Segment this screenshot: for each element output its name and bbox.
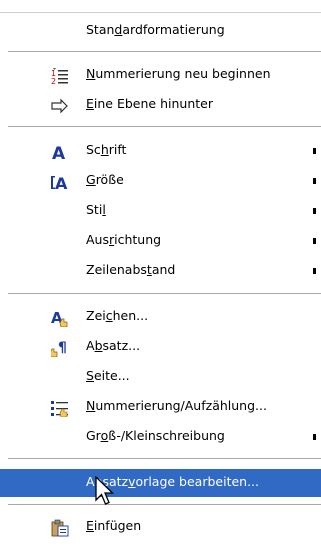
- menu-item-label: Größe: [86, 172, 124, 187]
- menu-item-standardformatierung[interactable]: Standardformatierung: [0, 17, 321, 45]
- submenu-arrow-icon: [313, 268, 316, 274]
- menu-separator: [8, 51, 321, 52]
- menu-separator: [8, 458, 321, 459]
- menu-item-zeichen[interactable]: A Zeichen...: [0, 303, 321, 331]
- bullets-numbering-icon: [51, 399, 69, 418]
- menu-item-label: Absatz...: [86, 338, 141, 353]
- menu-item-label: Groß-/Kleinschreibung: [86, 428, 225, 443]
- paragraph-format-icon: ¶: [49, 339, 69, 358]
- menu-separator: [8, 504, 321, 505]
- menu-separator: [8, 126, 321, 127]
- menu-item-label: Nummerierung neu beginnen: [86, 66, 271, 81]
- menu-item-gross-kleinschreibung[interactable]: Groß-/Kleinschreibung: [0, 423, 321, 451]
- arrow-right-icon: [51, 97, 69, 115]
- context-menu: Standardformatierung 1 2 Nummerierung ne…: [0, 12, 321, 555]
- menu-item-nummerierung-aufzaehlung[interactable]: Nummerierung/Aufzählung...: [0, 393, 321, 421]
- svg-text:A: A: [52, 144, 66, 161]
- menu-item-zeilenabstand[interactable]: Zeilenabstand: [0, 257, 321, 285]
- menu-item-ausrichtung[interactable]: Ausrichtung: [0, 227, 321, 255]
- cut-off-header: [0, 0, 321, 12]
- menu-item-absatzvorlage-bearbeiten[interactable]: Absatzvorlage bearbeiten...: [0, 469, 321, 497]
- menu-item-label: Ausrichtung: [86, 232, 162, 247]
- menu-separator: [8, 293, 321, 294]
- font-icon: A: [51, 143, 69, 164]
- svg-text:2: 2: [51, 77, 56, 85]
- menu-item-label: Standardformatierung: [86, 22, 225, 37]
- menu-item-label: Schrift: [86, 142, 127, 157]
- menu-item-schrift[interactable]: A Schrift: [0, 137, 321, 165]
- character-format-icon: A: [51, 309, 69, 328]
- menu-item-label: Eine Ebene hinunter: [86, 96, 213, 111]
- submenu-arrow-icon: [313, 148, 316, 154]
- menu-item-label: Einfügen: [86, 518, 142, 533]
- menu-item-label: Zeilenabstand: [86, 262, 176, 277]
- menu-item-label: Zeichen...: [86, 308, 149, 323]
- submenu-arrow-icon: [313, 434, 316, 440]
- mouse-pointer-icon: [95, 476, 115, 505]
- menu-item-seite[interactable]: Seite...: [0, 363, 321, 391]
- submenu-arrow-icon: [313, 208, 316, 214]
- menu-item-label: Nummerierung/Aufzählung...: [86, 398, 267, 413]
- menu-item-groesse[interactable]: A Größe: [0, 167, 321, 195]
- menu-item-nummerierung-neu-beginnen[interactable]: 1 2 Nummerierung neu beginnen: [0, 61, 321, 89]
- menu-item-einfuegen[interactable]: Einfügen: [0, 513, 321, 541]
- menu-item-stil[interactable]: Stil: [0, 197, 321, 225]
- svg-text:¶: ¶: [58, 340, 67, 356]
- submenu-arrow-icon: [313, 178, 316, 184]
- paste-icon: [51, 519, 69, 537]
- menu-item-eine-ebene-hinunter[interactable]: Eine Ebene hinunter: [0, 91, 321, 119]
- menu-item-label: Seite...: [86, 368, 130, 383]
- restart-numbering-icon: 1 2: [51, 67, 69, 86]
- svg-text:A: A: [55, 174, 68, 191]
- font-size-icon: A: [51, 173, 69, 193]
- menu-item-label: Stil: [86, 202, 106, 217]
- submenu-arrow-icon: [313, 238, 316, 244]
- menu-item-absatz[interactable]: ¶ Absatz...: [0, 333, 321, 361]
